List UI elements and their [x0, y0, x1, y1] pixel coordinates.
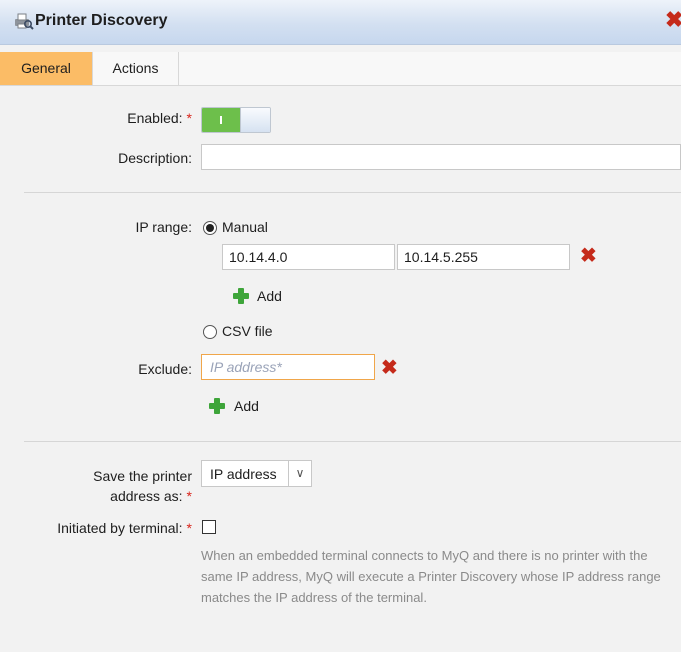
description-label: Description:	[118, 150, 192, 166]
chevron-down-icon[interactable]: ∨	[288, 461, 311, 486]
window-titlebar: Printer Discovery ✖	[0, 0, 681, 45]
save-address-selected-value: IP address	[210, 466, 277, 482]
initiated-by-terminal-checkbox[interactable]	[202, 520, 216, 534]
save-address-label-line2: address as: *	[110, 488, 192, 504]
ip-range-csv-radio[interactable]	[203, 325, 217, 339]
ip-range-from-input[interactable]	[222, 244, 395, 270]
add-exclude-icon[interactable]	[208, 397, 226, 415]
exclude-ip-input[interactable]	[201, 354, 375, 380]
toggle-on-indicator	[202, 108, 240, 132]
ip-range-label: IP range:	[135, 219, 192, 235]
exclude-label: Exclude:	[138, 361, 192, 377]
add-range-icon[interactable]	[232, 287, 250, 305]
tab-bar: General Actions	[0, 52, 681, 86]
add-range-button[interactable]: Add	[257, 288, 282, 304]
save-address-label-line1: Save the printer	[93, 468, 192, 484]
toggle-knob	[240, 108, 270, 132]
close-icon[interactable]: ✖	[665, 9, 681, 31]
ip-range-csv-label: CSV file	[222, 323, 273, 339]
ip-range-manual-label: Manual	[222, 219, 268, 235]
initiated-by-terminal-label: Initiated by terminal: *	[57, 520, 192, 536]
printer-search-icon	[15, 13, 34, 30]
save-address-select[interactable]: IP address ∨	[201, 460, 312, 487]
tab-general[interactable]: General	[0, 52, 93, 85]
ip-range-manual-radio[interactable]	[203, 221, 217, 235]
enabled-toggle[interactable]	[201, 107, 271, 133]
add-exclude-button[interactable]: Add	[234, 398, 259, 414]
initiated-by-terminal-help-text: When an embedded terminal connects to My…	[201, 548, 661, 605]
section-divider	[24, 192, 681, 193]
enabled-label: Enabled: *	[127, 110, 192, 126]
tab-actions[interactable]: Actions	[93, 52, 179, 85]
description-input[interactable]	[201, 144, 681, 170]
window-title: Printer Discovery	[35, 12, 168, 29]
section-divider	[24, 441, 681, 442]
delete-exclude-icon[interactable]: ✖	[381, 358, 398, 378]
delete-range-icon[interactable]: ✖	[580, 246, 597, 266]
ip-range-to-input[interactable]	[397, 244, 570, 270]
